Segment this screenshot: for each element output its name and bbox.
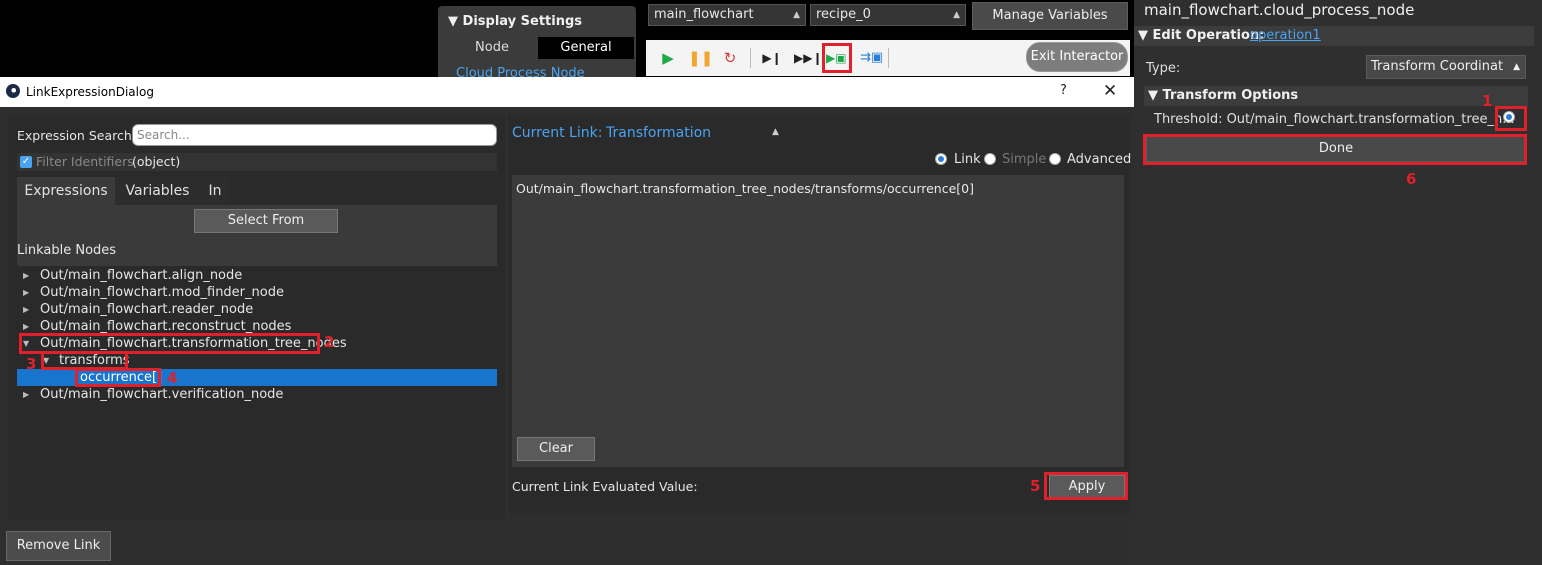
close-icon[interactable]: ✕ bbox=[1103, 81, 1117, 101]
current-link-pane: Current Link: Transformation ▲ Link Simp… bbox=[508, 115, 1132, 513]
edit-operation-label: Edit Operation: bbox=[1152, 28, 1265, 43]
select-from-flowchart-button[interactable]: Select From Flowchart... bbox=[194, 209, 338, 250]
search-input[interactable]: Search... bbox=[132, 124, 497, 146]
filter-value: (object) bbox=[132, 154, 181, 169]
highlight-box-1 bbox=[1495, 106, 1527, 131]
collapse-icon: ▼ bbox=[1148, 88, 1163, 103]
combo-arrow-icon: ▲ bbox=[953, 10, 960, 20]
mode-link-label: Link bbox=[954, 152, 981, 167]
dialog-titlebar[interactable]: LinkExpressionDialog ? ✕ bbox=[0, 77, 1134, 107]
filter-identifiers-checkbox[interactable]: ✓ bbox=[20, 156, 32, 168]
type-combo[interactable]: Transform Coordinat ▲ bbox=[1366, 55, 1526, 79]
annotation-6: 6 bbox=[1406, 170, 1417, 188]
filter-row: ✓ Filter Identifiers (object) bbox=[17, 153, 497, 171]
tab-general[interactable]: General bbox=[538, 37, 634, 59]
manage-variables-button[interactable]: Manage Variables bbox=[972, 2, 1128, 30]
node-properties-panel: main_flowchart.cloud_process_node ▼ Edit… bbox=[1134, 0, 1542, 565]
highlight-box-5 bbox=[1044, 472, 1128, 500]
expression-search-label: Expression Search: bbox=[17, 128, 136, 143]
play-icon[interactable]: ▶ bbox=[658, 48, 678, 68]
expand-arrow-icon: ▶ bbox=[23, 305, 30, 314]
evaluated-value-label: Current Link Evaluated Value: bbox=[512, 479, 698, 494]
linkable-nodes-header: Linkable Nodes bbox=[17, 236, 497, 266]
edit-operation-header[interactable]: ▼ Edit Operation: operation1 bbox=[1134, 26, 1534, 46]
annotation-1: 1 bbox=[1482, 92, 1493, 110]
current-link-label: Current Link: bbox=[512, 125, 603, 141]
toolbar-divider bbox=[750, 48, 751, 68]
remove-link-button[interactable]: Remove Link bbox=[6, 531, 111, 561]
tree-item-mod-finder-node[interactable]: ▶ Out/main_flowchart.mod_finder_node bbox=[17, 284, 497, 301]
expression-text: Out/main_flowchart.transformation_tree_n… bbox=[516, 181, 975, 196]
combo-arrow-icon: ▲ bbox=[793, 10, 800, 20]
step-icon[interactable]: ▶❙ bbox=[762, 48, 782, 68]
dialog-title: LinkExpressionDialog bbox=[26, 85, 154, 99]
mode-advanced-radio[interactable] bbox=[1049, 153, 1061, 165]
display-settings-panel: ▼ Display Settings Node General Cloud Pr… bbox=[438, 6, 636, 86]
expand-arrow-icon: ▶ bbox=[23, 390, 30, 399]
annotation-4: 4 bbox=[167, 369, 178, 387]
clear-button[interactable]: Clear bbox=[517, 437, 595, 461]
app-logo-icon bbox=[6, 84, 20, 98]
expressions-pane: Expression Search: Search... ✓ Filter Id… bbox=[8, 115, 505, 520]
filter-identifiers-label: Filter Identifiers bbox=[36, 154, 134, 169]
select-from-flowchart-bar: Select From Flowchart... bbox=[17, 205, 497, 250]
mode-simple-radio[interactable] bbox=[984, 153, 996, 165]
collapse-icon: ▼ bbox=[1138, 28, 1153, 43]
node-debug-icon[interactable]: ⇉▣ bbox=[860, 48, 883, 68]
annotation-2: 2 bbox=[324, 333, 335, 351]
recipe-combo[interactable]: recipe_0 ▲ bbox=[810, 4, 966, 26]
help-button[interactable]: ? bbox=[1060, 83, 1067, 98]
tree-item-verification-node[interactable]: ▶ Out/main_flowchart.verification_node bbox=[17, 386, 497, 403]
expression-editor[interactable]: Out/main_flowchart.transformation_tree_n… bbox=[512, 175, 1124, 467]
tree-item-reader-node[interactable]: ▶ Out/main_flowchart.reader_node bbox=[17, 301, 497, 318]
reset-icon[interactable]: ↻ bbox=[720, 48, 740, 68]
annotation-5: 5 bbox=[1030, 477, 1041, 495]
fast-forward-icon[interactable]: ▶▶❙ bbox=[794, 48, 823, 68]
tab-in[interactable]: In bbox=[200, 177, 230, 205]
annotation-3: 3 bbox=[26, 355, 37, 373]
combo-arrow-icon: ▲ bbox=[1513, 62, 1520, 72]
operation-link[interactable]: operation1 bbox=[1250, 28, 1321, 43]
transform-options-header[interactable]: ▼ Transform Options bbox=[1144, 86, 1528, 106]
tree-item-align-node[interactable]: ▶ Out/main_flowchart.align_node bbox=[17, 267, 497, 284]
expand-arrow-icon: ▶ bbox=[23, 271, 30, 280]
node-title: main_flowchart.cloud_process_node bbox=[1144, 1, 1415, 19]
tab-node[interactable]: Node bbox=[446, 37, 538, 59]
mode-link-radio[interactable] bbox=[935, 153, 947, 165]
pause-icon[interactable]: ❚❚ bbox=[688, 48, 713, 68]
highlight-box-7 bbox=[822, 43, 852, 73]
mode-advanced-label: Advanced bbox=[1067, 152, 1132, 167]
tab-expressions[interactable]: Expressions bbox=[17, 177, 115, 205]
expand-arrow-icon: ▶ bbox=[23, 288, 30, 297]
highlight-box-6 bbox=[1143, 134, 1527, 165]
current-link-combo[interactable]: Transformation bbox=[606, 125, 711, 141]
mode-simple-label: Simple bbox=[1002, 152, 1047, 167]
toolbar-divider bbox=[888, 48, 889, 68]
linkable-nodes-label: Linkable Nodes bbox=[17, 243, 117, 258]
combo-arrow-icon: ▲ bbox=[772, 127, 779, 137]
flowchart-combo[interactable]: main_flowchart ▲ bbox=[648, 4, 806, 26]
link-expression-dialog: LinkExpressionDialog ? ✕ Expression Sear… bbox=[0, 77, 1134, 565]
transform-options-label: Transform Options bbox=[1162, 88, 1299, 103]
exit-interactor-button[interactable]: Exit Interactor bbox=[1026, 42, 1128, 72]
threshold-label: Threshold: Out/main_flowchart.transforma… bbox=[1154, 112, 1515, 127]
type-label: Type: bbox=[1146, 61, 1181, 76]
display-settings-title[interactable]: ▼ Display Settings bbox=[448, 14, 582, 29]
highlight-box-4 bbox=[75, 368, 161, 387]
tab-variables[interactable]: Variables bbox=[115, 177, 200, 205]
